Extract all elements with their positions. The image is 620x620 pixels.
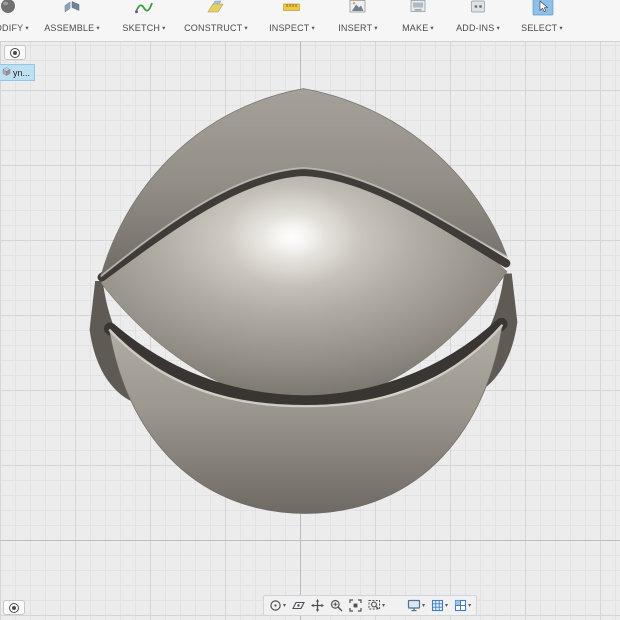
toolbar-label: INSERT [338, 23, 373, 33]
toolbar-item-assemble[interactable]: ASSEMBLE ▾ [36, 0, 108, 40]
make-icon [408, 0, 428, 16]
viewports-icon [455, 599, 467, 612]
browser-item-label: yn... [13, 67, 31, 78]
toolbar-label: MAKE [402, 23, 429, 33]
chevron-down-icon: ▾ [468, 603, 472, 609]
grid-snaps-icon [431, 599, 444, 612]
chevron-down-icon: ▾ [311, 25, 315, 32]
look-at-button[interactable] [292, 599, 305, 612]
browser-toggle-button[interactable] [4, 45, 26, 60]
look-at-icon [292, 601, 305, 610]
sketch-icon [134, 0, 154, 16]
fit-view-icon [349, 599, 362, 612]
toolbar-item-make[interactable]: MAKE ▾ [394, 0, 442, 40]
toolbar-item-sketch[interactable]: SKETCH ▾ [116, 0, 172, 40]
zoom-button[interactable] [330, 599, 343, 612]
modify-icon [0, 0, 18, 16]
toolbar-item-modify[interactable]: MODIFY▾ [0, 0, 38, 40]
chevron-down-icon: ▾ [25, 25, 29, 32]
grid-and-snaps-button[interactable]: ▾ [431, 599, 448, 612]
timeline-toggle-button[interactable] [3, 600, 25, 615]
body-cube-icon [2, 67, 11, 78]
chevron-down-icon: ▾ [496, 25, 500, 32]
toolbar-label: INSPECT [269, 23, 310, 33]
orbit-button[interactable]: ▾ [269, 599, 286, 612]
toolbar-label: ADD-INS [456, 23, 495, 33]
toolbar-item-construct[interactable]: CONSTRUCT ▾ [180, 0, 252, 40]
chevron-down-icon: ▾ [559, 25, 563, 32]
top-toolbar: MODIFY▾ ASSEMBLE▾ SKETCH▾ CONSTRUCT▾ INS [0, 0, 620, 42]
assemble-icon [62, 0, 82, 16]
display-settings-icon [407, 599, 421, 612]
select-cursor-icon [532, 0, 554, 16]
display-settings-button[interactable]: ▾ [407, 599, 425, 612]
chevron-down-icon: ▾ [162, 25, 166, 32]
insert-icon [348, 0, 368, 16]
navigation-toolbar: ▾ ▾ ▾ ▾ ▾ [263, 595, 478, 616]
dot-icon [9, 602, 19, 613]
dot-icon [10, 47, 20, 58]
toolbar-item-insert[interactable]: INSERT ▾ [330, 0, 386, 40]
viewports-button[interactable]: ▾ [454, 599, 471, 612]
chevron-down-icon: ▾ [374, 25, 378, 32]
zoom-window-icon [368, 600, 381, 610]
toolbar-item-inspect[interactable]: INSPECT ▾ [262, 0, 322, 40]
add-ins-icon [468, 0, 488, 16]
chevron-down-icon: ▾ [445, 603, 449, 609]
toolbar-label: SKETCH [122, 23, 161, 33]
fit-view-button[interactable] [349, 599, 362, 612]
specular-highlight [226, 185, 362, 287]
pan-button[interactable] [311, 599, 325, 612]
pan-icon [311, 599, 325, 612]
toolbar-label: SELECT [521, 23, 558, 33]
zoom-icon [330, 599, 343, 612]
orbit-icon [270, 600, 281, 611]
toolbar-label: ASSEMBLE [44, 23, 95, 33]
zoom-window-button[interactable]: ▾ [368, 599, 385, 612]
toolbar-label: CONSTRUCT [184, 23, 243, 33]
construct-icon [206, 0, 226, 16]
chevron-down-icon: ▾ [283, 603, 287, 609]
chevron-down-icon: ▾ [430, 25, 434, 32]
toolbar-item-add-ins[interactable]: ADD-INS ▾ [450, 0, 506, 40]
viewport-canvas[interactable]: yn... ▾ ▾ ▾ ▾ ▾ [0, 41, 620, 620]
chevron-down-icon: ▾ [422, 603, 426, 609]
cad-app-window: MODIFY▾ ASSEMBLE▾ SKETCH▾ CONSTRUCT▾ INS [0, 0, 620, 620]
inspect-icon [282, 0, 302, 16]
toolbar-item-select[interactable]: SELECT ▾ [514, 0, 570, 40]
chevron-down-icon: ▾ [244, 25, 248, 32]
toolbar-label: MODIFY [0, 23, 24, 33]
chevron-down-icon: ▾ [96, 25, 100, 32]
browser-selected-item[interactable]: yn... [0, 64, 36, 81]
chevron-down-icon: ▾ [382, 603, 386, 609]
model-3d-body[interactable] [0, 41, 620, 620]
